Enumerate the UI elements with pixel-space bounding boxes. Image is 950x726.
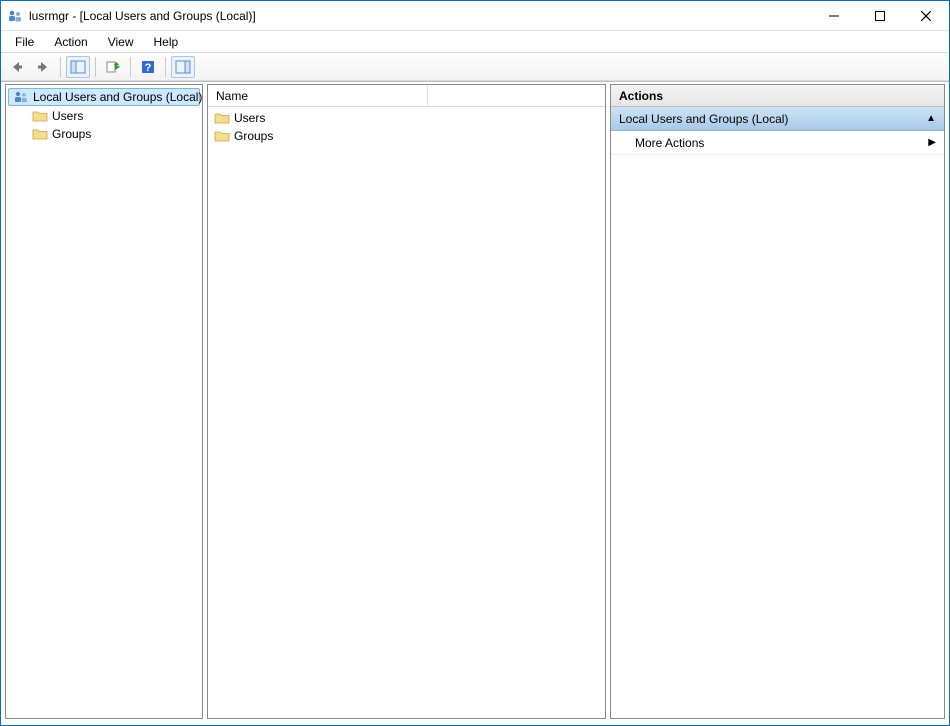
- console-tree: Local Users and Groups (Local) Users Gro…: [6, 85, 202, 145]
- svg-text:?: ?: [145, 62, 152, 74]
- actions-group-header[interactable]: Local Users and Groups (Local) ▲: [611, 107, 944, 131]
- collapse-up-icon: ▲: [926, 113, 936, 124]
- help-button[interactable]: ?: [136, 56, 160, 78]
- window-controls: [811, 1, 949, 30]
- tree-node-label: Groups: [52, 127, 91, 141]
- actions-more-actions[interactable]: More Actions ▶: [611, 131, 944, 155]
- toolbar: ?: [1, 53, 949, 81]
- toolbar-separator: [165, 57, 166, 77]
- menu-file[interactable]: File: [7, 33, 42, 51]
- titlebar: lusrmgr - [Local Users and Groups (Local…: [1, 1, 949, 31]
- submenu-arrow-icon: ▶: [928, 137, 936, 148]
- column-header-name[interactable]: Name: [208, 85, 428, 106]
- tree-root-node[interactable]: Local Users and Groups (Local): [8, 88, 200, 106]
- menu-view[interactable]: View: [100, 33, 142, 51]
- menu-help[interactable]: Help: [146, 33, 187, 51]
- actions-pane: Actions Local Users and Groups (Local) ▲…: [610, 84, 945, 719]
- folder-icon: [32, 126, 48, 142]
- tree-node-label: Users: [52, 109, 83, 123]
- maximize-button[interactable]: [857, 1, 903, 30]
- show-hide-console-tree-button[interactable]: [66, 56, 90, 78]
- show-hide-action-pane-button[interactable]: [171, 56, 195, 78]
- app-icon: [7, 8, 23, 24]
- actions-group-label: Local Users and Groups (Local): [619, 112, 788, 126]
- toolbar-separator: [60, 57, 61, 77]
- back-button[interactable]: [5, 56, 29, 78]
- menubar: File Action View Help: [1, 31, 949, 53]
- toolbar-separator: [130, 57, 131, 77]
- users-groups-icon: [13, 89, 29, 105]
- folder-icon: [214, 110, 230, 126]
- console-tree-pane: Local Users and Groups (Local) Users Gro…: [5, 84, 203, 719]
- list-item-label: Groups: [234, 129, 273, 143]
- menu-action[interactable]: Action: [46, 33, 95, 51]
- list-item-label: Users: [234, 111, 265, 125]
- list-body: Users Groups: [208, 107, 605, 147]
- tree-root-label: Local Users and Groups (Local): [33, 90, 202, 104]
- list-item-users[interactable]: Users: [208, 109, 605, 127]
- folder-icon: [214, 128, 230, 144]
- list-item-groups[interactable]: Groups: [208, 127, 605, 145]
- app-window: lusrmgr - [Local Users and Groups (Local…: [0, 0, 950, 726]
- toolbar-separator: [95, 57, 96, 77]
- list-header: Name: [208, 85, 605, 107]
- export-list-button[interactable]: [101, 56, 125, 78]
- tree-node-groups[interactable]: Groups: [6, 125, 202, 143]
- folder-icon: [32, 108, 48, 124]
- list-pane: Name Users Groups: [207, 84, 606, 719]
- minimize-button[interactable]: [811, 1, 857, 30]
- window-title: lusrmgr - [Local Users and Groups (Local…: [29, 9, 811, 23]
- actions-item-label: More Actions: [635, 136, 704, 150]
- forward-button[interactable]: [31, 56, 55, 78]
- tree-node-users[interactable]: Users: [6, 107, 202, 125]
- close-button[interactable]: [903, 1, 949, 30]
- actions-header: Actions: [611, 85, 944, 107]
- content-area: Local Users and Groups (Local) Users Gro…: [1, 81, 949, 725]
